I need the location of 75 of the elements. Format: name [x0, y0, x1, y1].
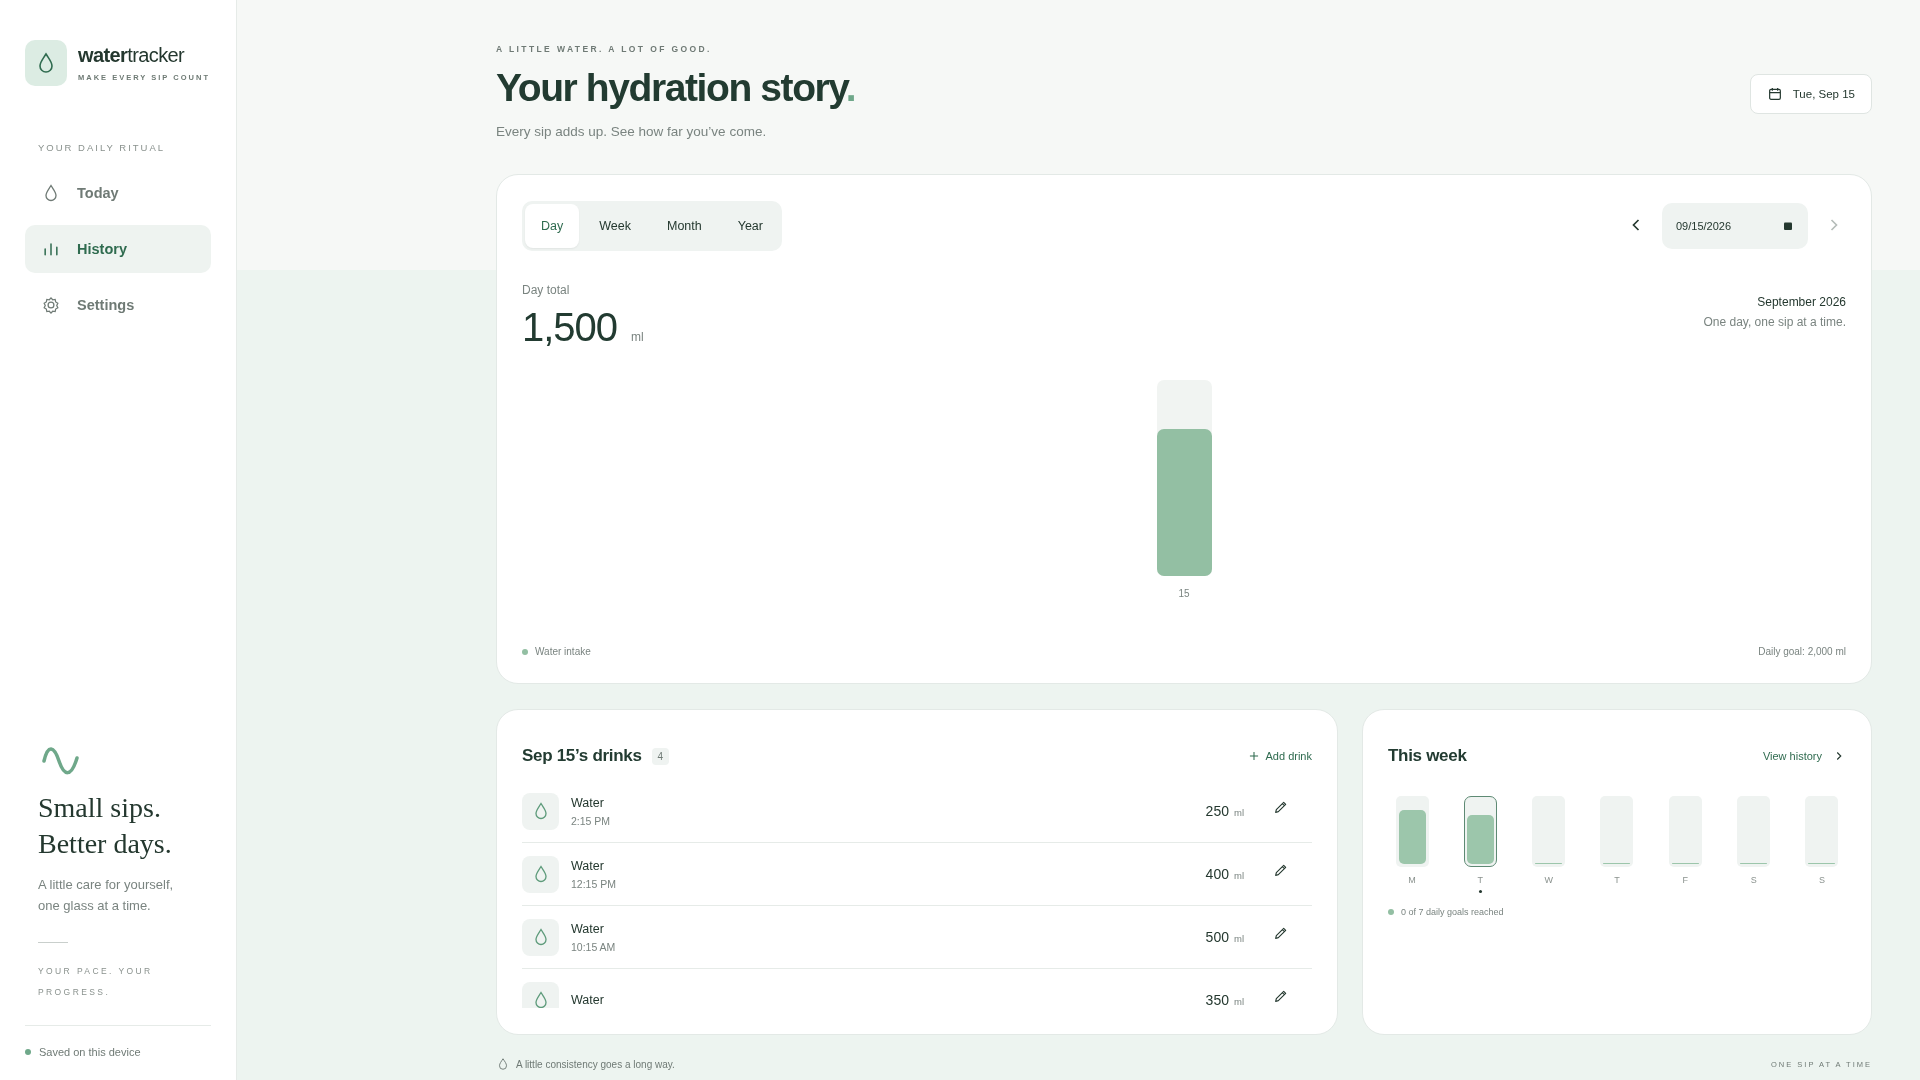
nav-item[interactable]: Today — [25, 169, 211, 217]
view-history-link[interactable]: View history — [1762, 749, 1846, 763]
drink-icon — [522, 792, 559, 830]
page-title: Your hydration story. — [496, 66, 856, 110]
date-field[interactable]: 09/15/2026 — [1662, 203, 1808, 249]
unit-label: ml — [1233, 807, 1244, 818]
goal-text: Daily goal: 2,000 ml — [1758, 646, 1846, 657]
calendar-icon — [1782, 220, 1794, 232]
unit-label: ml — [1233, 996, 1244, 1007]
period-tab[interactable]: Year — [721, 204, 779, 248]
drink-time: 10:15 AM — [571, 940, 617, 953]
motto-text: YOUR PACE. YOUR PROGRESS. — [38, 965, 154, 999]
nav-item[interactable]: History — [25, 225, 211, 273]
drink-icon — [522, 981, 559, 1008]
drop-icon — [496, 1057, 510, 1071]
weekday-label: S — [1818, 875, 1825, 885]
drink-name: Water — [571, 858, 605, 873]
drink-time: 12:15 PM — [571, 877, 617, 890]
day-bar-track[interactable] — [1463, 796, 1497, 867]
settings-icon — [41, 295, 61, 315]
nav-item[interactable]: Settings — [25, 281, 211, 329]
period-tab[interactable]: Month — [650, 204, 718, 248]
period-label: September 2026 — [1756, 295, 1846, 309]
drink-amount: 500 — [1205, 929, 1229, 945]
logo-icon — [25, 40, 67, 86]
day-bar-track[interactable] — [1532, 796, 1566, 867]
drink-amount: 350 — [1205, 992, 1229, 1008]
weekday-label: T — [1614, 875, 1620, 885]
page-subtitle: Every sip adds up. See how far you’ve come. — [496, 124, 768, 139]
period-note: One day, one sip at a time. — [1703, 315, 1846, 329]
weekday-label: M — [1408, 875, 1416, 885]
drink-name: Water — [571, 993, 605, 1007]
app-name: watertracker — [78, 44, 186, 67]
day-bar-track[interactable] — [1737, 796, 1771, 867]
footer-note: A little consistency goes a long way. — [516, 1058, 675, 1070]
total-value: 1,500 — [522, 305, 618, 350]
day-bar-track[interactable] — [1805, 796, 1839, 867]
card-title: Sep 15’s drinks — [522, 746, 642, 766]
goal-summary: 0 of 7 daily goals reached — [1401, 907, 1504, 917]
unit-label: ml — [1233, 870, 1244, 881]
day-bar-track[interactable] — [1395, 796, 1429, 867]
today-dot — [1478, 890, 1482, 893]
drink-name: Water — [571, 921, 605, 936]
quote-heading: Small sips. Better days. — [38, 791, 173, 861]
legend-dot — [1388, 909, 1394, 915]
unit-label: ml — [631, 330, 644, 344]
day-label: 15 — [1178, 588, 1190, 599]
weekday-label: F — [1682, 875, 1689, 885]
drink-icon — [522, 855, 559, 893]
drink-amount: 250 — [1205, 803, 1229, 819]
card-title: This week — [1388, 746, 1467, 766]
weekday-label: W — [1544, 875, 1553, 885]
unit-label: ml — [1233, 933, 1244, 944]
section-label: YOUR DAILY RITUAL — [38, 142, 167, 153]
total-label: Day total — [522, 283, 571, 297]
drink-time: 2:15 PM — [571, 814, 612, 827]
day-bar-track[interactable] — [1600, 796, 1634, 867]
status-text: Saved on this device — [39, 1046, 141, 1058]
calendar-icon — [1766, 86, 1783, 102]
weekday-label: T — [1477, 875, 1484, 885]
period-tab[interactable]: Day — [525, 204, 580, 248]
weekday-label: S — [1750, 875, 1757, 885]
drink-icon — [522, 918, 559, 956]
count-badge: 4 — [651, 747, 670, 765]
day-bar-track[interactable] — [1668, 796, 1702, 867]
legend-dot — [522, 648, 528, 655]
eyebrow-text: A LITTLE WATER. A LOT OF GOOD. — [496, 44, 713, 54]
period-tab[interactable]: Week — [583, 204, 647, 248]
drink-amount: 400 — [1205, 866, 1229, 882]
legend-label: Water intake — [535, 646, 591, 657]
quote-text: A little care for yourself, one glass at a time. — [38, 876, 175, 915]
drink-name: Water — [571, 795, 605, 810]
status-dot — [25, 1049, 31, 1055]
add-drink-button[interactable]: Add drink — [1246, 749, 1312, 763]
date-button[interactable]: Tue, Sep 15 — [1749, 74, 1872, 114]
